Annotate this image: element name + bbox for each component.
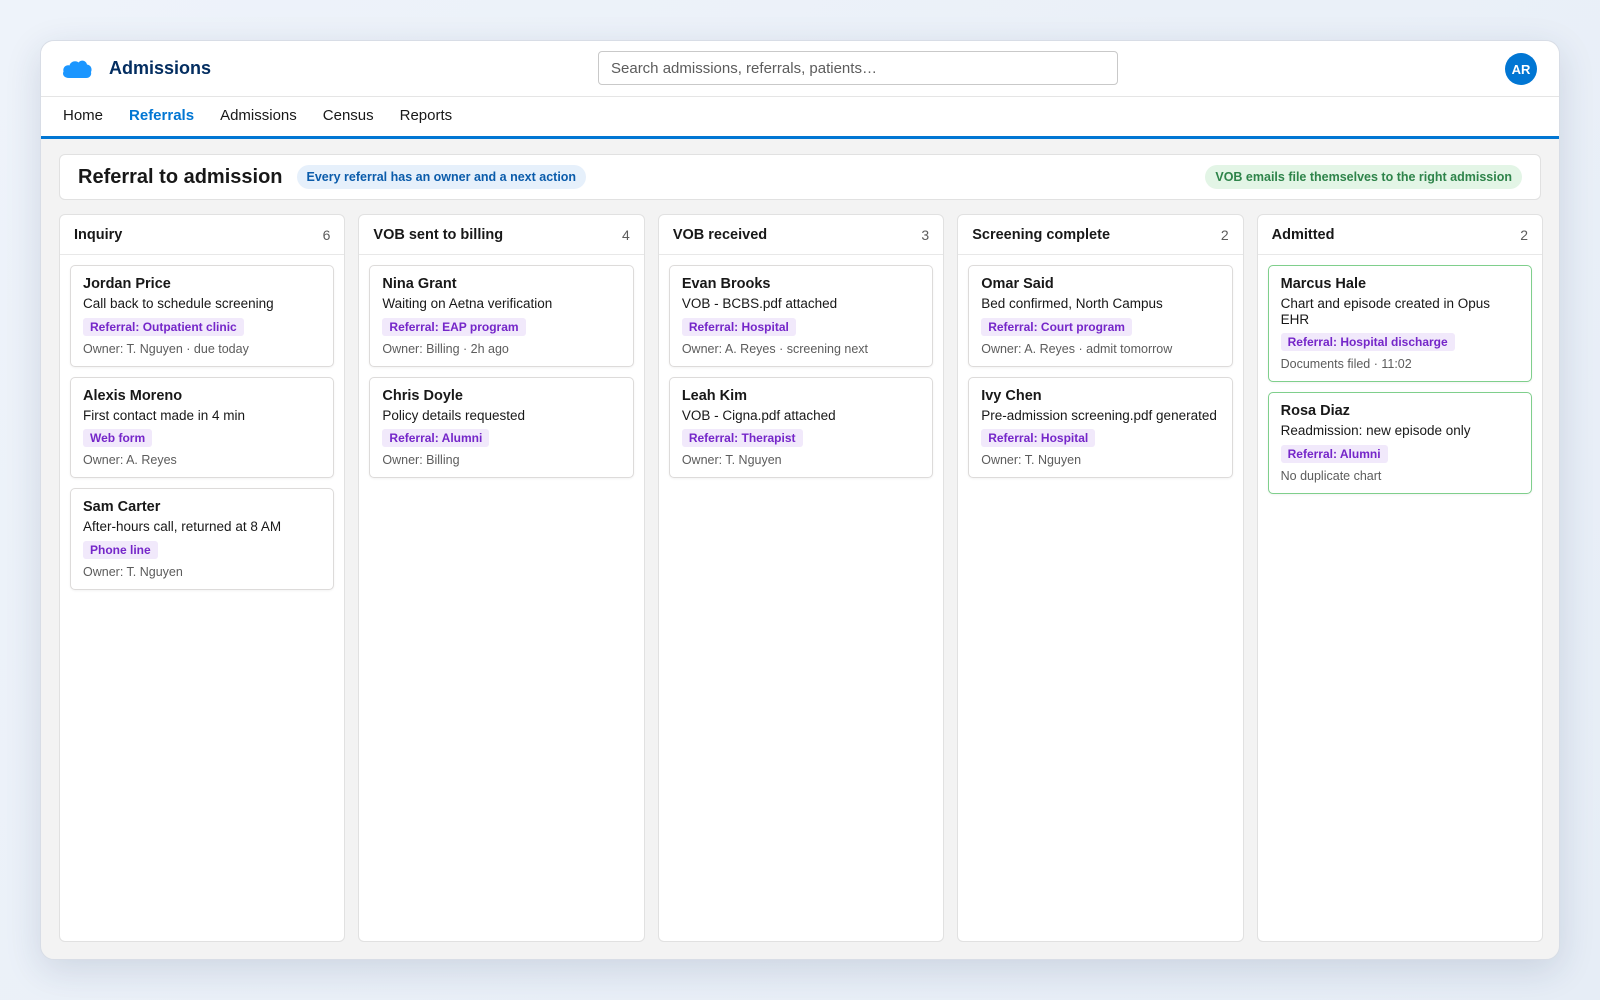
card-status: First contact made in 4 min [83,407,246,423]
card-status: Readmission: new episode only [1280,423,1471,439]
card-meta: Owner: A. Reyes · screening next [681,341,869,356]
app-title: Admissions [109,58,212,78]
referral-source-tag: Phone line [83,540,158,559]
cloud-icon[interactable] [61,57,95,81]
card-status: Bed confirmed, North Campus [981,296,1163,311]
app-window: Admissions AR Home Referrals Admissions … [40,40,1560,960]
card-meta: No duplicate chart [1280,468,1382,483]
column-screening-complete: Screening complete 2 Omar Said Bed confi… [957,214,1244,942]
card-name: Nina Grant [382,276,457,292]
column-title: Inquiry [74,226,123,243]
page-title: Referral to admission [78,165,283,188]
referral-card[interactable]: Alexis Moreno First contact made in 4 mi… [70,376,335,479]
admitted-card[interactable]: Marcus Hale Chart and episode created in… [1267,265,1533,383]
referral-card[interactable]: Jordan Price Call back to schedule scree… [70,265,335,367]
card-meta: Owner: T. Nguyen [83,564,183,579]
referral-card[interactable]: Chris Doyle Policy details requested Ref… [369,376,634,479]
card-name: Omar Said [981,276,1054,292]
referral-card[interactable]: Nina Grant Waiting on Aetna verification… [369,265,634,367]
tab-census[interactable]: Census [323,107,374,136]
info-badge: Every referral has an owner and a next a… [296,165,587,189]
card-status: Pre-admission screening.pdf generated [981,407,1217,423]
admitted-card[interactable]: Rosa Diaz Readmission: new episode only … [1267,392,1533,494]
referral-source-tag: Referral: Therapist [681,429,803,448]
card-meta: Documents filed · 11:02 [1280,357,1412,372]
referral-source-tag: Web form [83,429,153,448]
automation-badge: VOB emails file themselves to the right … [1205,165,1522,189]
kanban-board: Inquiry 6 Jordan Price Call back to sche… [59,214,1544,942]
referral-source-tag: Referral: Hospital [681,317,796,336]
column-count: 2 [1220,226,1229,243]
card-name: Sam Carter [83,499,161,516]
top-bar: Admissions AR [41,41,1559,97]
card-status: Call back to schedule screening [83,296,274,311]
column-header: Screening complete 2 [958,215,1243,255]
referral-source-tag: Referral: EAP program [382,317,526,336]
column-admitted: Admitted 2 Marcus Hale Chart and episode… [1256,214,1544,942]
column-count: 6 [322,226,331,243]
card-status: Policy details requested [382,407,525,423]
column-count: 3 [921,226,930,243]
column-vob-received: VOB received 3 Evan Brooks VOB - BCBS.pd… [657,214,945,942]
column-title: VOB received [672,226,768,243]
card-name: Evan Brooks [681,276,771,292]
card-meta: Owner: T. Nguyen [681,453,782,468]
search-input[interactable] [598,51,1118,85]
column-count: 2 [1520,226,1529,243]
page-header: Referral to admission Every referral has… [59,154,1541,200]
card-name: Alexis Moreno [83,387,183,404]
referral-card[interactable]: Leah Kim VOB - Cigna.pdf attached Referr… [668,376,934,479]
card-name: Leah Kim [681,387,748,404]
card-status: Chart and episode created in Opus EHR [1280,296,1491,327]
column-title: Admitted [1271,226,1335,243]
card-meta: Owner: Billing [382,453,460,468]
tab-home[interactable]: Home [63,107,103,136]
column-header: Inquiry 6 [60,215,345,255]
column-count: 4 [622,226,630,243]
referral-card[interactable]: Sam Carter After-hours call, returned at… [70,488,335,590]
card-meta: Owner: A. Reyes [83,453,177,468]
tab-admissions[interactable]: Admissions [220,107,297,136]
column-vob-sent-to-billing: VOB sent to billing 4 Nina Grant Waiting… [358,214,645,942]
card-name: Marcus Hale [1280,276,1367,292]
tab-referrals[interactable]: Referrals [129,107,194,136]
avatar[interactable]: AR [1505,53,1537,85]
card-meta: Owner: T. Nguyen [981,453,1082,468]
column-header: Admitted 2 [1257,215,1543,255]
tab-reports[interactable]: Reports [400,107,453,136]
referral-source-tag: Referral: Court program [981,317,1132,336]
referral-source-tag: Referral: Hospital discharge [1280,333,1455,352]
card-name: Jordan Price [83,276,171,292]
column-header: VOB received 3 [658,215,944,255]
card-name: Ivy Chen [981,387,1042,404]
referral-card[interactable]: Omar Said Bed confirmed, North Campus Re… [968,265,1233,367]
column-title: Screening complete [972,226,1111,243]
card-meta: Owner: A. Reyes · admit tomorrow [981,341,1173,356]
card-status: VOB - Cigna.pdf attached [681,407,836,423]
card-name: Rosa Diaz [1280,403,1350,420]
referral-card[interactable]: Ivy Chen Pre-admission screening.pdf gen… [968,376,1233,479]
card-meta: Owner: T. Nguyen · due today [83,341,249,356]
referral-source-tag: Referral: Hospital [981,429,1096,448]
card-status: After-hours call, returned at 8 AM [83,519,282,535]
column-title: VOB sent to billing [373,226,504,243]
column-header: VOB sent to billing 4 [359,215,644,255]
card-name: Chris Doyle [382,387,463,404]
referral-source-tag: Referral: Alumni [1280,444,1388,463]
referral-card[interactable]: Evan Brooks VOB - BCBS.pdf attached Refe… [668,265,934,367]
card-status: VOB - BCBS.pdf attached [681,296,838,311]
referral-source-tag: Referral: Alumni [382,429,490,448]
referral-source-tag: Referral: Outpatient clinic [83,317,244,336]
column-inquiry: Inquiry 6 Jordan Price Call back to sche… [59,214,346,942]
card-meta: Owner: Billing · 2h ago [382,341,509,356]
nav-bar: Home Referrals Admissions Census Reports [41,97,1559,139]
card-status: Waiting on Aetna verification [382,296,553,311]
